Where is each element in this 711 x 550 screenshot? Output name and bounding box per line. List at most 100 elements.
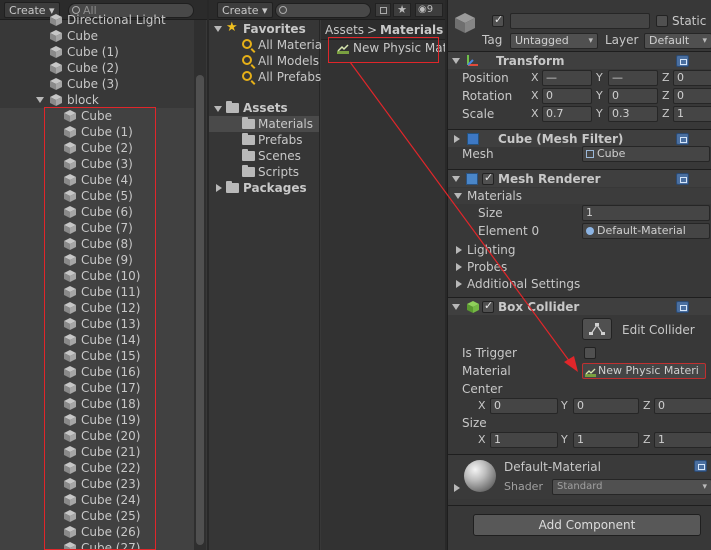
expand-arrow[interactable] — [456, 263, 462, 271]
folder-item-scenes[interactable]: Scenes — [209, 148, 319, 164]
expand-arrow[interactable] — [456, 280, 462, 288]
lighting-foldout[interactable]: Lighting — [450, 242, 711, 258]
size-z-field[interactable]: 1 — [654, 432, 711, 448]
element0-object-field[interactable]: Default-Material — [582, 223, 710, 239]
assets-folder-label[interactable]: Assets — [243, 100, 288, 116]
gameobject-active-checkbox[interactable] — [492, 13, 504, 27]
axis-y-label: Y — [596, 89, 603, 102]
edit-collider-button[interactable] — [582, 318, 612, 340]
axis-y-label: Y — [596, 107, 603, 120]
assets-expand-arrow[interactable] — [214, 106, 222, 112]
folder-label: Prefabs — [258, 133, 303, 147]
folder-item-materials[interactable]: Materials — [209, 116, 319, 132]
additional-settings-foldout[interactable]: Additional Settings — [450, 276, 711, 292]
is-trigger-checkbox[interactable] — [584, 347, 596, 359]
hidden-packages-button[interactable]: ◉9 — [415, 3, 443, 17]
hierarchy-item-block[interactable]: block — [0, 92, 194, 108]
breadcrumb-assets[interactable]: Assets — [325, 22, 364, 38]
collapse-arrow[interactable] — [452, 176, 460, 182]
center-label: Center — [462, 382, 503, 396]
mesh-renderer-enabled-checkbox[interactable] — [482, 171, 494, 185]
scale-z-field[interactable]: 1 — [673, 106, 711, 122]
layer-dropdown[interactable]: Default — [644, 33, 711, 49]
rotation-x-field[interactable]: 0 — [542, 88, 592, 104]
materials-foldout[interactable]: Materials — [450, 188, 711, 204]
tag-dropdown[interactable]: Untagged — [510, 33, 598, 49]
favorite-item[interactable]: All Materia — [209, 37, 322, 53]
cube-icon — [50, 94, 62, 106]
gameobject-name-field[interactable] — [510, 13, 650, 29]
shader-dropdown[interactable]: Standard — [552, 479, 711, 495]
scale-x-field[interactable]: 0.7 — [542, 106, 592, 122]
expand-arrow[interactable] — [454, 135, 460, 143]
position-z-field[interactable]: 0 — [673, 70, 711, 86]
material-preview-header[interactable]: Default-Material Shader Standard — [448, 455, 711, 499]
collapse-arrow[interactable] — [454, 193, 462, 199]
annotation-box-cubes — [44, 107, 156, 550]
materials-size-field[interactable]: 1 — [582, 205, 710, 221]
help-icon[interactable] — [694, 460, 707, 472]
box-collider-enabled-checkbox[interactable] — [482, 299, 494, 313]
favorite-item[interactable]: All Models — [209, 53, 319, 69]
center-y-field[interactable]: 0 — [573, 398, 639, 414]
add-component-button[interactable]: Add Component — [473, 514, 701, 536]
folder-icon — [242, 149, 255, 161]
folder-icon — [242, 117, 255, 129]
collapse-arrow[interactable] — [452, 58, 460, 64]
breadcrumb-materials[interactable]: Materials — [380, 22, 443, 38]
center-z-field[interactable]: 0 — [654, 398, 711, 414]
hierarchy-scrollbar-thumb[interactable] — [196, 75, 204, 545]
size-x-field[interactable]: 1 — [490, 432, 558, 448]
mesh-renderer-header[interactable]: Mesh Renderer — [448, 169, 711, 187]
folder-label: Materials — [258, 117, 314, 131]
transform-header[interactable]: Transform — [448, 51, 711, 69]
project-search-input[interactable] — [275, 3, 371, 18]
favorites-expand-arrow[interactable] — [214, 26, 222, 32]
rotation-z-field[interactable]: 0 — [673, 88, 711, 104]
gameobject-cube-icon — [454, 12, 476, 34]
expand-arrow[interactable] — [456, 246, 462, 254]
hidden-count: 9 — [426, 4, 434, 15]
help-icon[interactable] — [676, 173, 689, 185]
search-by-type-button[interactable] — [375, 3, 391, 17]
favorite-filter-button[interactable]: ★ — [393, 3, 411, 17]
folder-item-scripts[interactable]: Scripts — [209, 164, 319, 180]
axis-z-label: Z — [643, 433, 651, 446]
probes-foldout[interactable]: Probes — [450, 259, 711, 275]
hierarchy-item[interactable]: Cube — [0, 28, 194, 44]
help-icon[interactable] — [676, 133, 689, 145]
hierarchy-item[interactable]: Cube (1) — [0, 44, 194, 60]
expand-arrow[interactable] — [36, 97, 44, 103]
breadcrumb-separator: > — [367, 23, 378, 37]
box-collider-header[interactable]: Box Collider — [448, 297, 711, 315]
project-create-button[interactable]: Create ▾ — [217, 2, 273, 18]
hierarchy-item[interactable]: Cube (2) — [0, 60, 194, 76]
cube-icon — [50, 30, 62, 42]
favorites-label[interactable]: Favorites — [243, 21, 306, 37]
size-y-field[interactable]: 1 — [573, 432, 639, 448]
scale-y-field[interactable]: 0.3 — [608, 106, 658, 122]
mesh-filter-header[interactable]: Cube (Mesh Filter) — [448, 129, 711, 147]
static-checkbox[interactable] — [656, 15, 668, 27]
packages-folder-label[interactable]: Packages — [243, 180, 307, 196]
folder-label: Scenes — [258, 149, 301, 163]
hierarchy-item[interactable]: Cube (3) — [0, 76, 194, 92]
center-x-field[interactable]: 0 — [490, 398, 558, 414]
position-y-field[interactable]: — — [608, 70, 658, 86]
help-icon[interactable] — [676, 55, 689, 67]
folder-item-prefabs[interactable]: Prefabs — [209, 132, 319, 148]
expand-arrow[interactable] — [454, 484, 460, 492]
help-icon[interactable] — [676, 301, 689, 313]
separator — [448, 505, 711, 506]
rotation-y-field[interactable]: 0 — [608, 88, 658, 104]
hierarchy-item-label: Directional Light — [67, 13, 166, 27]
collapse-arrow[interactable] — [452, 304, 460, 310]
position-x-field[interactable]: — — [542, 70, 592, 86]
hierarchy-item[interactable]: Directional Light — [0, 12, 194, 28]
favorite-item[interactable]: All Prefabs — [209, 69, 322, 85]
packages-expand-arrow[interactable] — [216, 184, 222, 192]
collider-material-field[interactable]: New Physic Materi — [582, 363, 706, 379]
mesh-object-field[interactable]: Cube — [582, 146, 710, 162]
folder-icon — [242, 133, 255, 145]
favorite-item-label: All Prefabs — [258, 70, 322, 84]
